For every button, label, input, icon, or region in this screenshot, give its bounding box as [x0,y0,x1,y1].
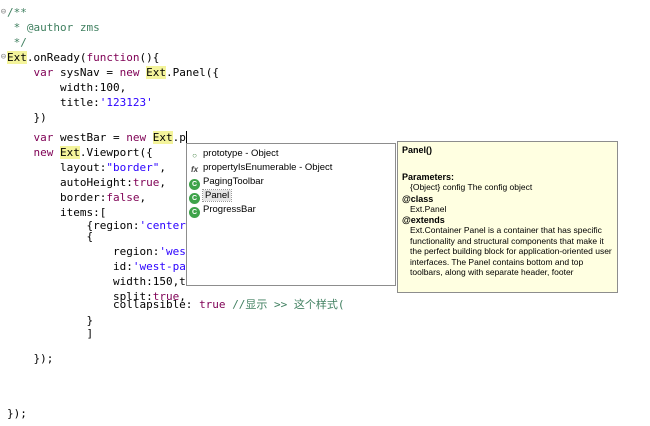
code-line: collapsible: true //显示 >> 这个样式( [7,298,345,311]
fold-icon[interactable]: ⊖ [0,5,7,20]
code-line: region:'wes [7,245,186,258]
documentation-popup[interactable]: Panel() Parameters: {Object} config The … [397,141,618,293]
doc-description: Ext.Container Panel is a container that … [410,225,612,277]
completion-item-selected[interactable]: C Panel [189,189,233,204]
code-line: layout:"border", [7,161,166,174]
code-line: */ [7,36,27,49]
code-line: var sysNav = new Ext.Panel({ [33,66,219,79]
completion-item[interactable]: prototype - Object [189,147,279,161]
class-icon: C [189,207,200,218]
code-line-current: var westBar = new Ext.p [33,131,187,144]
text-caret [185,131,187,143]
code-line: }) [7,111,47,124]
code-line: }); [7,407,27,420]
code-line: /** [7,6,27,19]
code-line: }); [7,352,54,365]
code-line: title:'123123' [7,96,153,109]
doc-param: {Object} config The config object [410,182,533,192]
code-line: * @author zms [7,21,100,34]
completion-item[interactable]: fx propertyIsEnumerable - Object [189,161,332,175]
content-assist-popup[interactable]: prototype - Object fxpropertyIsEnumerabl… [186,143,396,286]
code-line: new Ext.Viewport({ [33,146,153,159]
doc-class-value: Ext.Panel [410,203,447,214]
code-line: ] [7,327,94,340]
code-line: Ext.onReady(function(){ [7,51,160,64]
code-line: autoHeight:true, [7,176,166,189]
doc-extends-heading: @extends [402,215,445,225]
doc-class-heading: @class [402,193,434,204]
doc-params-heading: Parameters: [402,172,455,182]
completion-item[interactable]: C ProgressBar [189,203,256,218]
code-line: border:false, [7,191,147,204]
completion-item[interactable]: C PagingToolbar [189,175,264,190]
code-line: { [7,230,94,243]
field-icon [189,150,200,161]
code-line: width:150,t [7,275,186,288]
doc-title: Panel() [402,145,433,155]
fold-icon[interactable]: ⊖ [0,50,7,65]
function-icon: fx [190,165,199,174]
code-line: id:'west-pa [7,260,186,273]
code-line: width:100, [7,81,127,94]
